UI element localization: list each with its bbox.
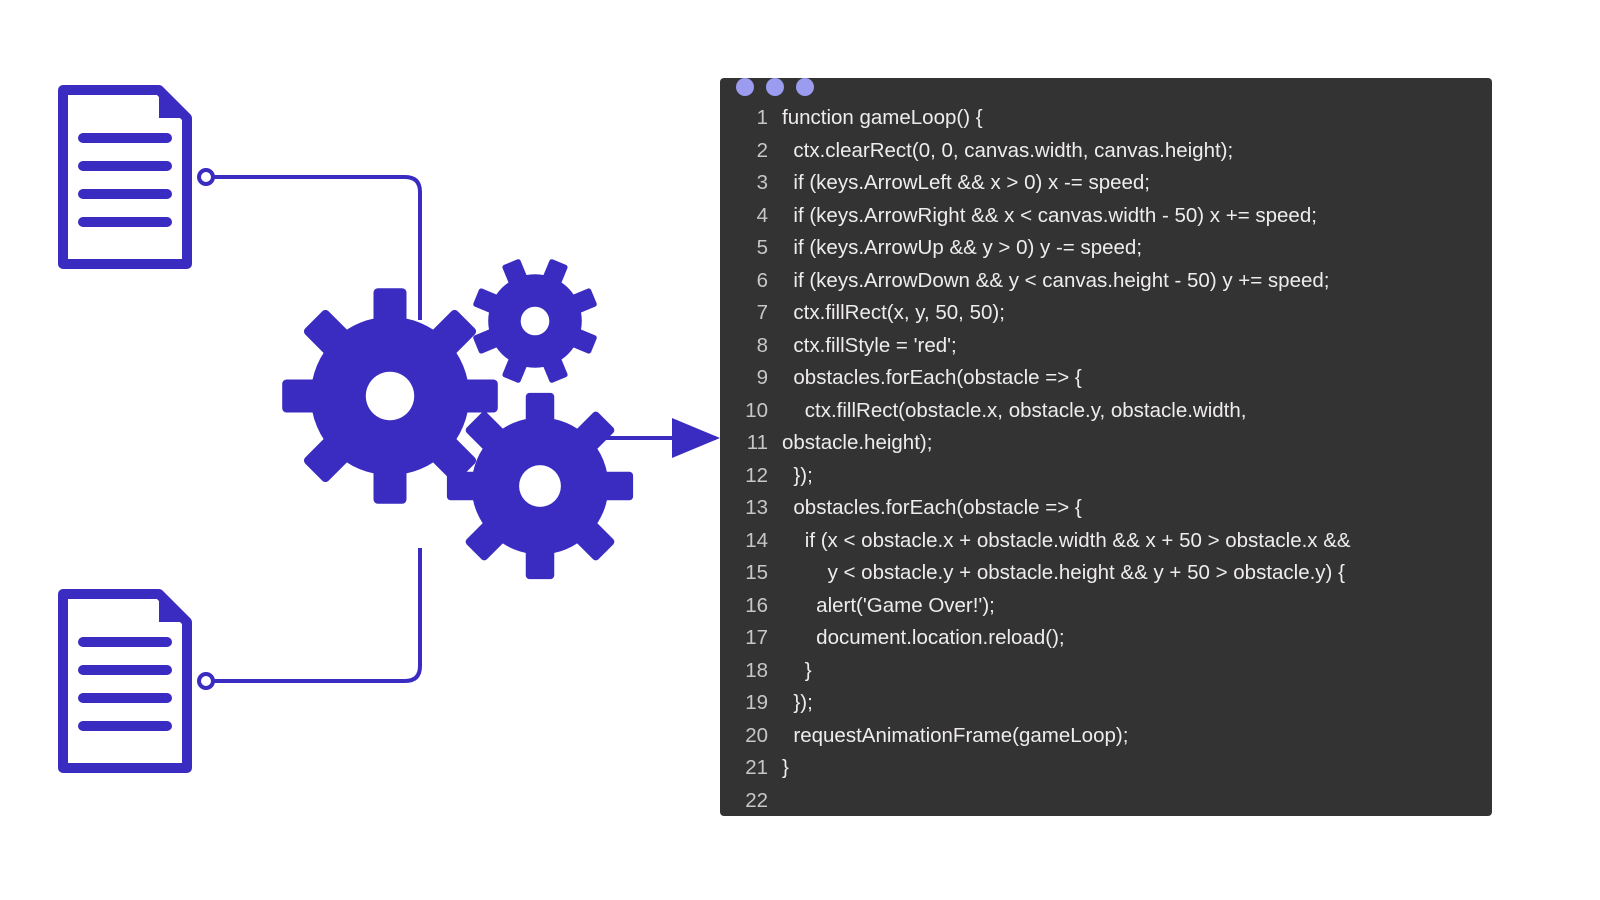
code-line: obstacles.forEach(obstacle => { (782, 492, 1476, 525)
editor-body: 12345678910111213141516171819202122 func… (720, 96, 1492, 816)
code-line: if (x < obstacle.x + obstacle.width && x… (782, 525, 1476, 558)
line-number: 2 (720, 135, 768, 168)
code-line: ctx.fillRect(x, y, 50, 50); (782, 297, 1476, 330)
code-line: ctx.clearRect(0, 0, canvas.width, canvas… (782, 135, 1476, 168)
code-line: ctx.fillStyle = 'red'; (782, 330, 1476, 363)
window-dot-icon (766, 78, 784, 96)
window-dot-icon (736, 78, 754, 96)
gear-medium-icon (445, 391, 635, 581)
code-editor-panel: 12345678910111213141516171819202122 func… (720, 78, 1492, 816)
document-icon-top (55, 82, 195, 272)
line-number: 11 (720, 427, 768, 460)
code-line: if (keys.ArrowLeft && x > 0) x -= speed; (782, 167, 1476, 200)
line-number: 16 (720, 590, 768, 623)
code-content: function gameLoop() { ctx.clearRect(0, 0… (782, 102, 1492, 816)
code-line: }); (782, 687, 1476, 720)
code-line: obstacles.forEach(obstacle => { (782, 362, 1476, 395)
code-line: }); (782, 460, 1476, 493)
line-number: 14 (720, 525, 768, 558)
line-number: 12 (720, 460, 768, 493)
line-number: 19 (720, 687, 768, 720)
line-number: 5 (720, 232, 768, 265)
code-line: document.location.reload(); (782, 622, 1476, 655)
editor-window-controls (720, 78, 1492, 96)
line-number: 21 (720, 752, 768, 785)
code-line: function gameLoop() { (782, 102, 1476, 135)
line-number: 17 (720, 622, 768, 655)
code-line: y < obstacle.y + obstacle.height && y + … (782, 557, 1476, 590)
gear-small-icon (470, 256, 600, 386)
window-dot-icon (796, 78, 814, 96)
code-line: if (keys.ArrowRight && x < canvas.width … (782, 200, 1476, 233)
line-number: 22 (720, 785, 768, 817)
line-number: 15 (720, 557, 768, 590)
line-number: 18 (720, 655, 768, 688)
code-line: alert('Game Over!'); (782, 590, 1476, 623)
code-line: obstacle.height); (782, 427, 1476, 460)
code-line (782, 785, 1476, 817)
code-line: } (782, 752, 1476, 785)
code-line: if (keys.ArrowUp && y > 0) y -= speed; (782, 232, 1476, 265)
line-number: 3 (720, 167, 768, 200)
code-line: } (782, 655, 1476, 688)
line-number: 20 (720, 720, 768, 753)
line-number: 7 (720, 297, 768, 330)
line-number: 13 (720, 492, 768, 525)
line-number: 9 (720, 362, 768, 395)
code-line: ctx.fillRect(obstacle.x, obstacle.y, obs… (782, 395, 1476, 428)
gears-icon (280, 256, 660, 616)
line-number-gutter: 12345678910111213141516171819202122 (720, 102, 782, 816)
code-line: requestAnimationFrame(gameLoop); (782, 720, 1476, 753)
line-number: 4 (720, 200, 768, 233)
line-number: 6 (720, 265, 768, 298)
line-number: 10 (720, 395, 768, 428)
line-number: 1 (720, 102, 768, 135)
document-icon-bottom (55, 586, 195, 776)
code-line: if (keys.ArrowDown && y < canvas.height … (782, 265, 1476, 298)
line-number: 8 (720, 330, 768, 363)
diagram-canvas: 12345678910111213141516171819202122 func… (0, 0, 1600, 900)
